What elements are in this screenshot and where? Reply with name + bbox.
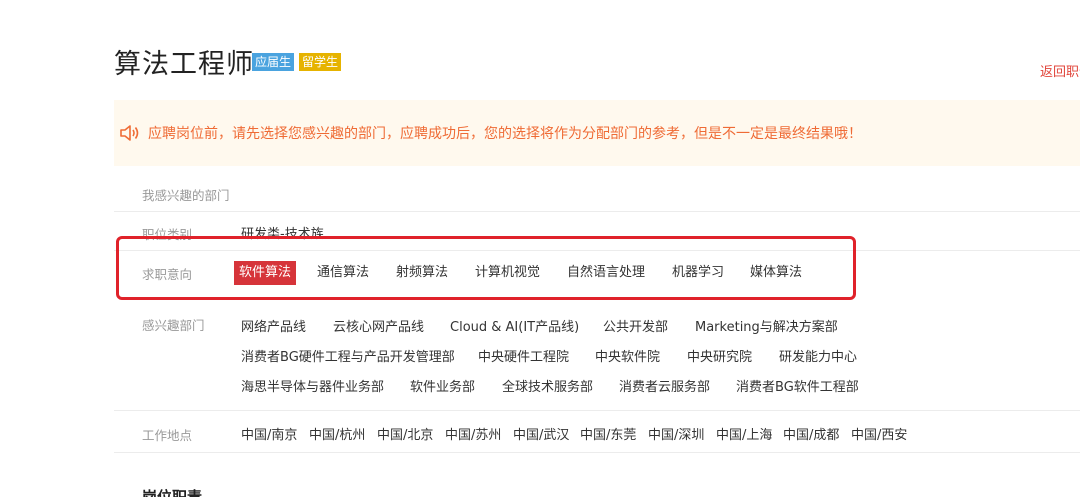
dept-option[interactable]: 全球技术服务部 xyxy=(502,376,593,395)
dept-option[interactable]: Cloud & AI(IT产品线) xyxy=(450,316,579,335)
dept-option[interactable]: Marketing与解决方案部 xyxy=(695,316,838,335)
location-option[interactable]: 中国/东莞 xyxy=(580,424,636,443)
location-option[interactable]: 中国/西安 xyxy=(851,424,907,443)
dept-option[interactable]: 软件业务部 xyxy=(410,376,475,395)
tag-overseas-student: 留学生 xyxy=(299,53,342,71)
location-option[interactable]: 中国/武汉 xyxy=(513,424,569,443)
dept-option[interactable]: 中央硬件工程院 xyxy=(478,346,569,365)
location-option[interactable]: 中国/南京 xyxy=(241,424,297,443)
tag-fresh-graduate: 应届生 xyxy=(252,53,295,71)
speaker-icon xyxy=(118,122,142,144)
location-option[interactable]: 中国/成都 xyxy=(783,424,839,443)
divider xyxy=(114,452,1080,453)
highlight-box xyxy=(116,236,856,300)
dept-option[interactable]: 中央软件院 xyxy=(595,346,660,365)
notice-text: 应聘岗位前，请先选择您感兴趣的部门，应聘成功后，您的选择将作为分配部门的参考，但… xyxy=(148,126,862,142)
interested-dept-heading: 我感兴趣的部门 xyxy=(142,188,230,203)
dept-option[interactable]: 消费者BG软件工程部 xyxy=(736,376,859,395)
notice-banner: 应聘岗位前，请先选择您感兴趣的部门，应聘成功后，您的选择将作为分配部门的参考，但… xyxy=(114,100,1080,166)
dept-option[interactable]: 消费者BG硬件工程与产品开发管理部 xyxy=(241,346,455,365)
location-option[interactable]: 中国/苏州 xyxy=(445,424,501,443)
location-label: 工作地点 xyxy=(142,428,193,443)
dept-option[interactable]: 网络产品线 xyxy=(241,316,306,335)
location-option[interactable]: 中国/上海 xyxy=(716,424,772,443)
divider xyxy=(114,211,1080,212)
dept-option[interactable]: 中央研究院 xyxy=(687,346,752,365)
dept-option[interactable]: 海思半导体与器件业务部 xyxy=(241,376,384,395)
location-option[interactable]: 中国/杭州 xyxy=(309,424,365,443)
dept-option[interactable]: 公共开发部 xyxy=(603,316,668,335)
dept-option[interactable]: 消费者云服务部 xyxy=(619,376,710,395)
job-duties-heading: 岗位职责 xyxy=(142,488,203,497)
departments-label: 感兴趣部门 xyxy=(142,318,205,333)
dept-option[interactable]: 云核心网产品线 xyxy=(333,316,424,335)
back-to-jobs-link[interactable]: 返回职位 xyxy=(1040,61,1080,80)
divider xyxy=(114,410,1080,411)
dept-option[interactable]: 研发能力中心 xyxy=(779,346,857,365)
location-option[interactable]: 中国/深圳 xyxy=(648,424,704,443)
page-title: 算法工程师 xyxy=(114,49,254,80)
location-option[interactable]: 中国/北京 xyxy=(377,424,433,443)
